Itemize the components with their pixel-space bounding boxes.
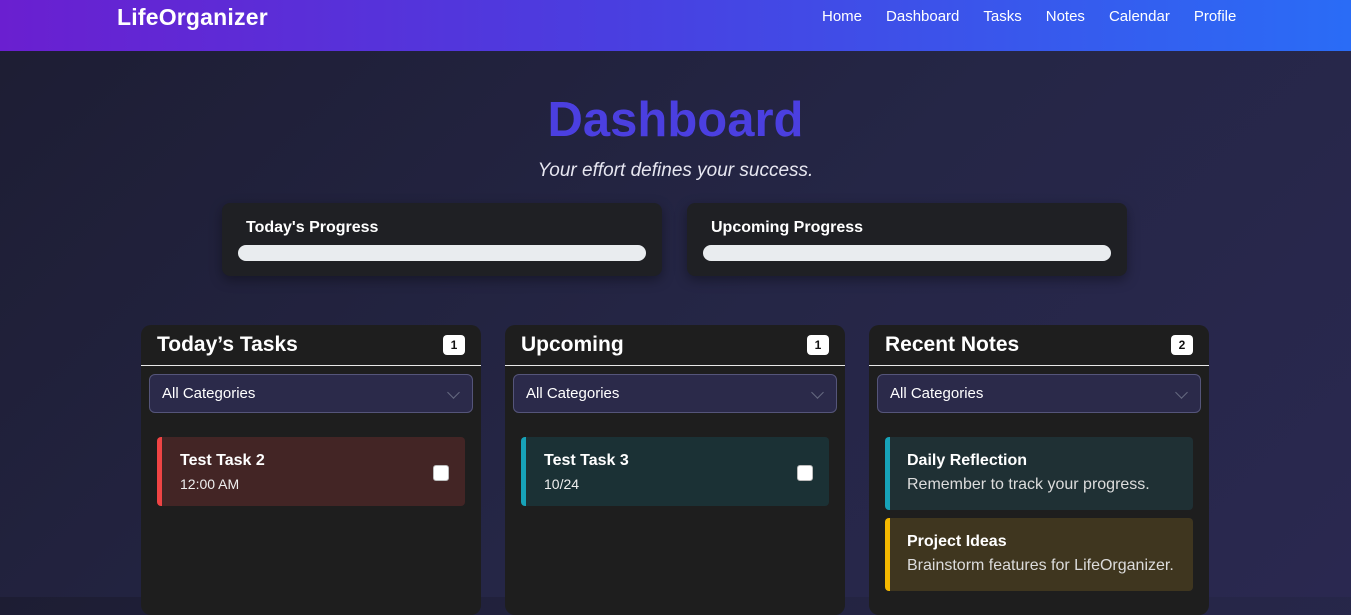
chevron-down-icon [1175,386,1188,399]
column-header: Today’s Tasks 1 [141,325,481,366]
task-card[interactable]: Test Task 2 12:00 AM [157,437,465,506]
category-filter-value: All Categories [162,385,256,402]
chevron-down-icon [811,386,824,399]
upcoming-progress-bar [703,245,1111,261]
nav-link-notes[interactable]: Notes [1046,8,1085,25]
note-body: Remember to track your progress. [907,476,1150,493]
nav-link-tasks[interactable]: Tasks [983,8,1021,25]
count-badge: 2 [1171,335,1193,355]
category-filter-value: All Categories [526,385,620,402]
nav-link-calendar[interactable]: Calendar [1109,8,1170,25]
count-badge: 1 [443,335,465,355]
column-title: Recent Notes [885,333,1020,356]
task-title: Test Task 2 [180,452,265,469]
column-title: Today’s Tasks [157,333,298,356]
category-filter-value: All Categories [890,385,984,402]
task-date: 10/24 [544,476,580,492]
nav-link-home[interactable]: Home [822,8,862,25]
nav-link-dashboard[interactable]: Dashboard [886,8,959,25]
note-body: Brainstorm features for LifeOrganizer. [907,557,1174,574]
note-card[interactable]: Project Ideas Brainstorm features for Li… [885,518,1193,591]
task-card[interactable]: Test Task 3 10/24 [521,437,829,506]
upcoming-progress-label: Upcoming Progress [711,219,864,236]
note-card[interactable]: Daily Reflection Remember to track your … [885,437,1193,510]
column-header: Upcoming 1 [505,325,845,366]
page-title: Dashboard [547,93,804,147]
task-title: Test Task 3 [544,452,629,469]
todays-tasks-column: Today’s Tasks 1 All Categories Test Task… [141,325,481,615]
task-time: 12:00 AM [180,476,240,492]
count-badge: 1 [807,335,829,355]
task-checkbox[interactable] [433,465,449,481]
upcoming-progress-card: Upcoming Progress [687,203,1127,276]
todays-progress-bar [238,245,646,261]
nav-links: Home Dashboard Tasks Notes Calendar Prof… [822,8,1260,25]
upcoming-column: Upcoming 1 All Categories Test Task 3 10… [505,325,845,615]
note-title: Daily Reflection [907,452,1028,469]
tagline: Your effort defines your success. [537,160,814,181]
column-title: Upcoming [521,333,624,356]
category-filter-select[interactable]: All Categories [149,374,473,413]
todays-progress-card: Today's Progress [222,203,662,276]
category-filter-select[interactable]: All Categories [877,374,1201,413]
nav-link-profile[interactable]: Profile [1194,8,1237,25]
note-title: Project Ideas [907,533,1007,550]
chevron-down-icon [447,386,460,399]
navbar: LifeOrganizer Home Dashboard Tasks Notes… [0,0,1351,51]
brand-logo[interactable]: LifeOrganizer [117,4,268,31]
recent-notes-column: Recent Notes 2 All Categories Daily Refl… [869,325,1209,615]
category-filter-select[interactable]: All Categories [513,374,837,413]
todays-progress-label: Today's Progress [246,219,379,236]
task-checkbox[interactable] [797,465,813,481]
column-header: Recent Notes 2 [869,325,1209,366]
